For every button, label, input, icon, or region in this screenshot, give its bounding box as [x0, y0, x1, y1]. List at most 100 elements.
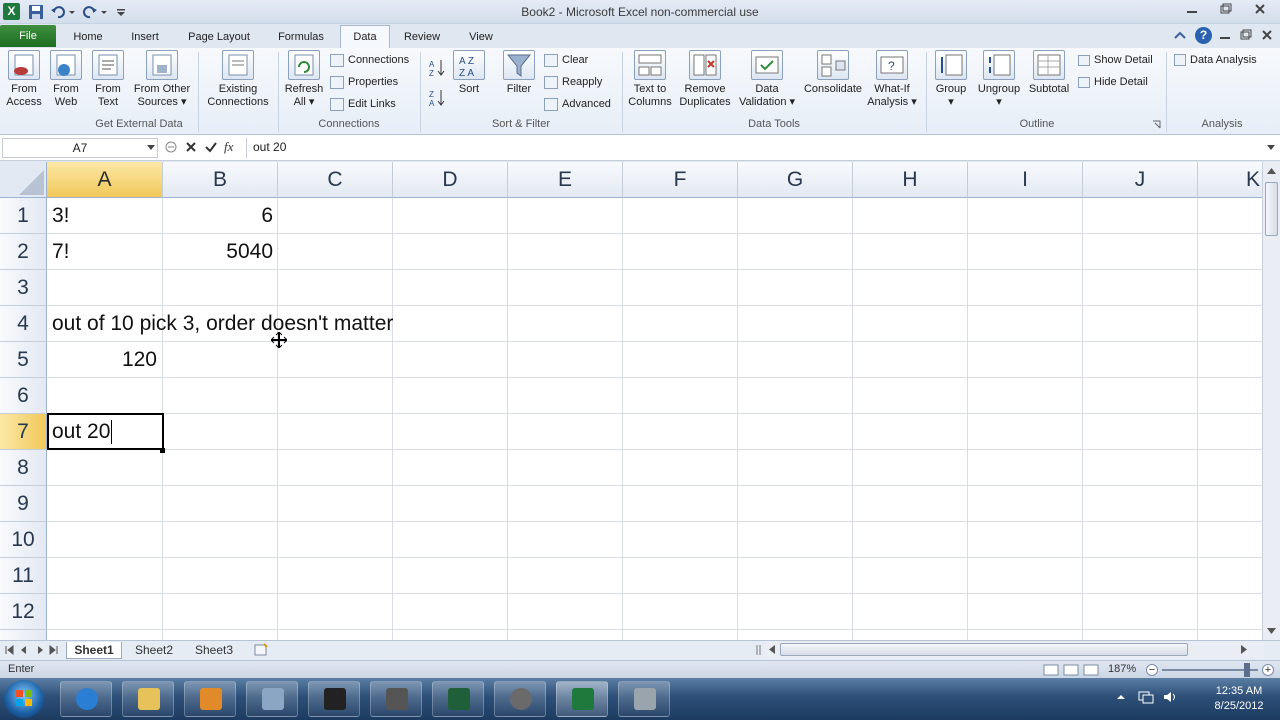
edit-links-button[interactable]: Edit Links — [330, 95, 396, 113]
insert-function-icon[interactable]: fx — [224, 139, 242, 155]
column-header-j[interactable]: J — [1083, 162, 1198, 198]
remove-duplicates-button[interactable]: Remove Duplicates — [676, 50, 734, 109]
tab-review[interactable]: Review — [398, 26, 446, 48]
column-header-g[interactable]: G — [738, 162, 853, 198]
taskbar-recorder-icon[interactable] — [494, 681, 546, 717]
cell-b1[interactable]: 6 — [163, 198, 278, 234]
workbook-restore-icon[interactable] — [1239, 28, 1253, 42]
subtotal-button[interactable]: Subtotal — [1024, 50, 1074, 96]
from-access-button[interactable]: From Access — [4, 50, 44, 109]
column-header-f[interactable]: F — [623, 162, 738, 198]
reapply-button[interactable]: Reapply — [544, 73, 602, 91]
taskbar-scanner-icon[interactable] — [618, 681, 670, 717]
row-header-12[interactable]: 12 — [0, 594, 47, 630]
column-header-c[interactable]: C — [278, 162, 393, 198]
column-header-k[interactable]: K — [1198, 162, 1262, 198]
zoom-out-icon[interactable]: − — [1146, 664, 1158, 676]
horizontal-scrollbar[interactable] — [764, 641, 1264, 658]
taskbar-media-player-icon[interactable] — [184, 681, 236, 717]
column-header-i[interactable]: I — [968, 162, 1083, 198]
taskbar-calculator-icon[interactable] — [370, 681, 422, 717]
tray-network-icon[interactable] — [1138, 690, 1154, 704]
sheet-tab-sheet3[interactable]: Sheet3 — [186, 642, 242, 659]
workbook-close-icon[interactable] — [1260, 28, 1274, 42]
view-buttons[interactable] — [1042, 664, 1102, 676]
horizontal-scroll-thumb[interactable] — [780, 643, 1188, 656]
group-button[interactable]: Group ▾ — [930, 50, 972, 109]
column-header-a[interactable]: A — [47, 162, 163, 198]
taskbar-file-explorer-icon[interactable] — [122, 681, 174, 717]
tab-formulas[interactable]: Formulas — [270, 26, 332, 48]
formula-bar-expand-down-icon[interactable] — [1266, 142, 1276, 152]
tab-page-layout[interactable]: Page Layout — [180, 26, 258, 48]
taskbar-internet-explorer-icon[interactable] — [60, 681, 112, 717]
cell-a2[interactable]: 7! — [47, 234, 162, 270]
hide-detail-button[interactable]: Hide Detail — [1078, 73, 1148, 91]
existing-connections-button[interactable]: Existing Connections — [204, 50, 272, 109]
connections-button[interactable]: Connections — [330, 51, 409, 69]
formula-input[interactable]: out 20 — [246, 138, 1264, 158]
fill-handle[interactable] — [160, 448, 165, 453]
row-header-10[interactable]: 10 — [0, 522, 47, 558]
cancel-entry-icon[interactable] — [184, 140, 198, 154]
ribbon-minimize-icon[interactable] — [1172, 28, 1188, 44]
minimize-icon[interactable] — [1178, 2, 1206, 20]
taskbar-excel-icon[interactable] — [556, 681, 608, 717]
formula-bar-expand-icon[interactable] — [164, 140, 178, 154]
row-header-11[interactable]: 11 — [0, 558, 47, 594]
zoom-slider-thumb[interactable] — [1244, 663, 1250, 677]
workbook-minimize-icon[interactable] — [1218, 28, 1232, 42]
scroll-down-icon[interactable] — [1265, 624, 1278, 638]
row-header-5[interactable]: 5 — [0, 342, 47, 378]
confirm-entry-icon[interactable] — [204, 140, 218, 154]
insert-sheet-icon[interactable] — [252, 643, 270, 657]
scroll-up-icon[interactable] — [1265, 164, 1278, 178]
cell-a1[interactable]: 3! — [47, 198, 162, 234]
name-box-dropdown-icon[interactable] — [146, 142, 156, 152]
vertical-scroll-thumb[interactable] — [1265, 182, 1278, 236]
help-icon[interactable]: ? — [1195, 27, 1212, 44]
tray-volume-icon[interactable] — [1162, 690, 1178, 704]
windows-start-icon[interactable] — [4, 680, 44, 718]
row-header-2[interactable]: 2 — [0, 234, 47, 270]
row-header-3[interactable]: 3 — [0, 270, 47, 306]
cell-a5[interactable]: 120 — [47, 342, 162, 378]
close-icon[interactable] — [1246, 2, 1274, 20]
taskbar-captivate-icon[interactable] — [432, 681, 484, 717]
tab-split-handle[interactable] — [756, 643, 762, 657]
zoom-level[interactable]: 187% — [1108, 661, 1136, 678]
tab-view[interactable]: View — [458, 26, 504, 48]
zoom-in-icon[interactable]: + — [1262, 664, 1274, 676]
outline-dialog-launcher-icon[interactable] — [1152, 120, 1161, 129]
column-header-e[interactable]: E — [508, 162, 623, 198]
name-box[interactable]: A7 — [2, 138, 158, 158]
column-header-d[interactable]: D — [393, 162, 508, 198]
sheet-navigation-icon[interactable] — [4, 644, 64, 656]
from-other-sources-button[interactable]: From Other Sources ▾ — [130, 50, 194, 109]
row-header-9[interactable]: 9 — [0, 486, 47, 522]
tab-home[interactable]: Home — [66, 26, 110, 48]
system-clock[interactable]: 12:35 AM 8/25/2012 — [1204, 684, 1274, 714]
from-web-button[interactable]: From Web — [46, 50, 86, 109]
tab-file[interactable]: File — [0, 25, 56, 47]
taskbar-network-icon[interactable] — [246, 681, 298, 717]
sort-ascending-icon[interactable]: AZ — [428, 58, 446, 78]
what-if-analysis-button[interactable]: ? What-If Analysis ▾ — [866, 50, 918, 109]
refresh-all-button[interactable]: Refresh All ▾ — [282, 50, 326, 109]
advanced-filter-button[interactable]: Advanced — [544, 95, 611, 113]
tab-insert[interactable]: Insert — [122, 26, 168, 48]
maximize-icon[interactable] — [1212, 2, 1240, 20]
scroll-right-icon[interactable] — [1238, 643, 1250, 656]
vertical-scrollbar[interactable] — [1262, 162, 1280, 640]
clear-filter-button[interactable]: Clear — [544, 51, 588, 69]
tab-data[interactable]: Data — [340, 25, 390, 49]
consolidate-button[interactable]: Consolidate — [800, 50, 866, 96]
data-analysis-button[interactable]: Data Analysis — [1174, 51, 1257, 69]
scroll-left-icon[interactable] — [766, 643, 778, 656]
text-to-columns-button[interactable]: Text to Columns — [626, 50, 674, 109]
ungroup-button[interactable]: Ungroup ▾ — [974, 50, 1024, 109]
row-header-6[interactable]: 6 — [0, 378, 47, 414]
row-header-1[interactable]: 1 — [0, 198, 47, 234]
show-detail-button[interactable]: Show Detail — [1078, 51, 1153, 69]
row-header-13[interactable] — [0, 630, 47, 640]
